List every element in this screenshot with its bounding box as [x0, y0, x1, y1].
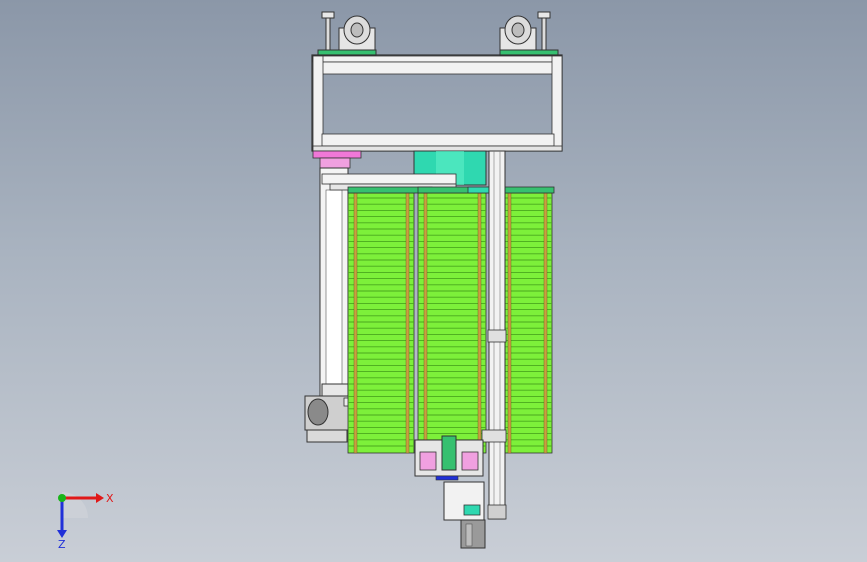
support-rod	[543, 192, 548, 454]
tray-column	[417, 192, 487, 454]
y-axis-dot-icon	[58, 494, 66, 502]
x-axis-label: X	[106, 492, 114, 505]
caster-left	[317, 11, 377, 57]
tray-stack	[347, 192, 553, 454]
left-column	[319, 167, 349, 429]
support-rod	[405, 192, 410, 454]
tray-lids	[347, 186, 555, 194]
orientation-triad: X Z	[57, 492, 114, 548]
tray-column	[347, 192, 415, 454]
z-axis-label: Z	[58, 538, 66, 548]
support-rod	[353, 192, 358, 454]
pink-plate	[312, 150, 362, 169]
x-axis-arrow-icon	[96, 493, 104, 503]
top-frame	[311, 11, 563, 152]
cad-viewport[interactable]	[0, 0, 867, 562]
z-axis-arrow-icon	[57, 530, 67, 538]
caster-right	[499, 11, 559, 57]
support-rod	[423, 192, 428, 454]
bottom-gripper	[414, 435, 486, 549]
support-rod	[477, 192, 482, 454]
left-motor	[304, 395, 355, 443]
support-rod	[507, 192, 512, 454]
